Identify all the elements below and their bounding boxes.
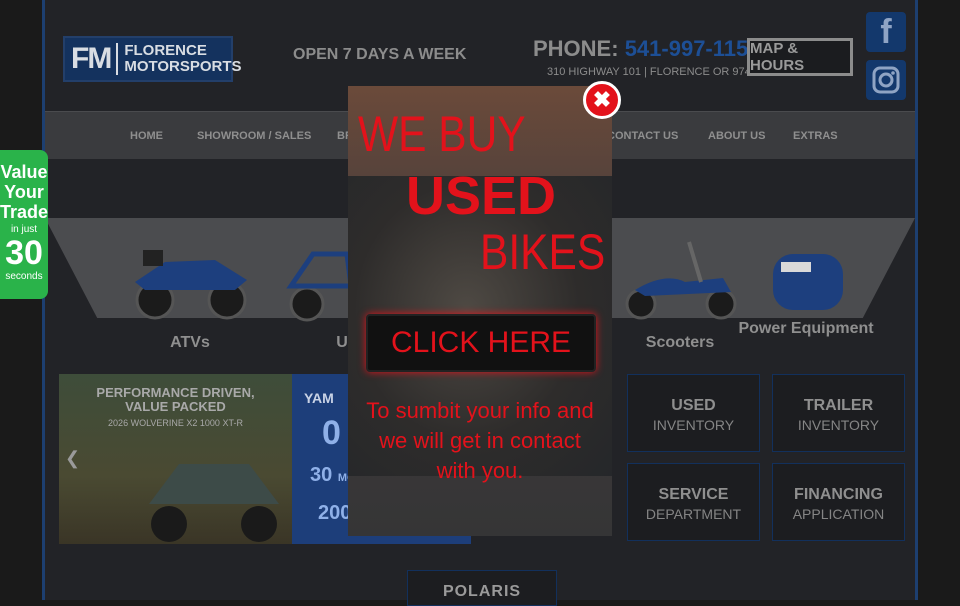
click-here-button[interactable]: CLICK HERE bbox=[366, 314, 596, 372]
slide2-big: 0 bbox=[322, 414, 341, 452]
tile-title: USED bbox=[671, 397, 716, 414]
nav-extras[interactable]: EXTRAS bbox=[793, 112, 838, 160]
logo-line2: MOTORSPORTS bbox=[124, 58, 242, 75]
nav-home[interactable]: HOME bbox=[130, 112, 163, 160]
nav-showroom-sales[interactable]: SHOWROOM / SALES bbox=[197, 112, 311, 160]
logo-mark: FM bbox=[71, 43, 119, 75]
tile-subtitle: APPLICATION bbox=[792, 506, 885, 522]
instagram-icon[interactable] bbox=[866, 60, 906, 100]
tile-service-department[interactable]: SERVICE DEPARTMENT bbox=[627, 463, 760, 541]
site-logo[interactable]: FM FLORENCE MOTORSPORTS bbox=[63, 36, 242, 82]
slide2-brand: YAM bbox=[304, 390, 334, 406]
slide-polaris[interactable]: PERFORMANCE DRIVEN, VALUE PACKED 2026 WO… bbox=[59, 374, 292, 544]
slide1-title: PERFORMANCE DRIVEN, VALUE PACKED 2026 WO… bbox=[59, 386, 292, 430]
trade-heading: Value Your Trade bbox=[0, 162, 48, 222]
logo-text: FLORENCE MOTORSPORTS bbox=[124, 43, 241, 75]
trade-line3: Trade bbox=[0, 202, 49, 222]
tile-title: TRAILER bbox=[803, 397, 874, 414]
modal-headline-line3: BIKES bbox=[480, 224, 606, 280]
slide1-title-line2: VALUE PACKED bbox=[125, 399, 226, 414]
slide2-low: 200 bbox=[318, 502, 352, 524]
value-your-trade-widget[interactable]: Value Your Trade in just 30 seconds bbox=[0, 150, 48, 299]
category-label-atvs: ATVs bbox=[170, 334, 210, 351]
tile-subtitle: INVENTORY bbox=[797, 417, 880, 433]
category-label-power-equipment: Power Equipment bbox=[738, 320, 874, 337]
slide2-mid-num: 30 bbox=[310, 464, 333, 486]
trade-unit: seconds bbox=[5, 271, 43, 282]
phone-label: PHONE: bbox=[533, 36, 619, 61]
tile-subtitle: INVENTORY bbox=[652, 417, 735, 433]
nav-contact-us[interactable]: CONTACT US bbox=[607, 112, 678, 160]
slide1-title-line1: PERFORMANCE DRIVEN, bbox=[96, 385, 255, 400]
phone-line: PHONE: 541-997-1157 bbox=[533, 36, 760, 62]
trade-number: 30 bbox=[5, 234, 43, 272]
instagram-glyph bbox=[872, 66, 900, 94]
modal-headline-line1: WE BUY bbox=[358, 106, 526, 162]
category-power-equipment[interactable]: Power Equipment bbox=[731, 232, 881, 337]
open-hours-text: OPEN 7 DAYS A WEEK bbox=[293, 46, 467, 63]
modal-headline-line2: USED bbox=[406, 166, 557, 226]
logo-line1: FLORENCE bbox=[124, 42, 207, 59]
trade-line1: Value bbox=[0, 162, 48, 182]
tile-financing-application[interactable]: FINANCING APPLICATION bbox=[772, 463, 905, 541]
polaris-brand-logo[interactable]: POLARIS bbox=[407, 570, 557, 606]
generator-icon bbox=[731, 232, 881, 312]
close-icon[interactable]: ✖ bbox=[583, 81, 621, 119]
tile-title: FINANCING bbox=[794, 486, 883, 503]
phone-number-link[interactable]: 541-997-1157 bbox=[625, 36, 761, 61]
modal-subtext: To sumbit your info and we will get in c… bbox=[366, 398, 594, 483]
facebook-icon[interactable]: f bbox=[866, 12, 906, 52]
slider-prev-arrow-icon[interactable]: ❮ bbox=[65, 448, 80, 469]
tile-trailer-inventory[interactable]: TRAILER INVENTORY bbox=[772, 374, 905, 452]
category-atvs[interactable]: ATVs bbox=[115, 232, 265, 351]
utv-photo-icon bbox=[149, 464, 279, 542]
tile-title: SERVICE bbox=[658, 486, 729, 503]
address-text: 310 HIGHWAY 101 | FLORENCE OR 97439 bbox=[547, 66, 764, 78]
map-hours-button[interactable]: MAP & HOURS bbox=[747, 38, 853, 76]
promo-modal[interactable]: WE BUY USED BIKES CLICK HERE To sumbit y… bbox=[348, 86, 612, 536]
slide1-subtitle: 2026 WOLVERINE X2 1000 XT-R bbox=[108, 418, 243, 428]
nav-about-us[interactable]: ABOUT US bbox=[708, 112, 765, 160]
tile-used-inventory[interactable]: USED INVENTORY bbox=[627, 374, 760, 452]
trade-line2: Your bbox=[4, 182, 44, 202]
tile-subtitle: DEPARTMENT bbox=[645, 506, 742, 522]
atv-icon bbox=[115, 232, 265, 326]
